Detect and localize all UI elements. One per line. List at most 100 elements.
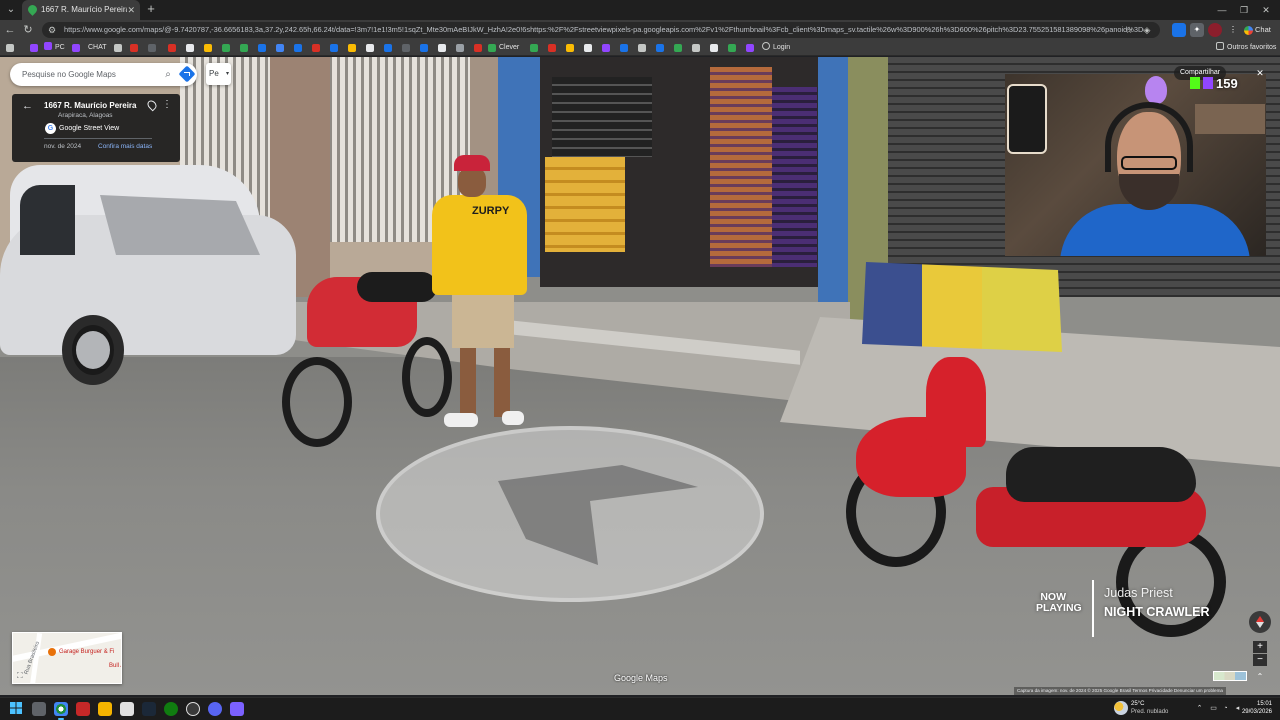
bookmark-blue2-icon[interactable] [294,44,302,52]
steam-icon[interactable] [142,702,156,716]
obs-icon[interactable] [186,702,200,716]
bookmark-blue3-icon[interactable] [330,44,338,52]
more-dates-link[interactable]: Confira mais datas [98,142,152,152]
bookmark-clever[interactable]: Clever [499,42,519,54]
maximize-button[interactable]: ❐ [1234,2,1254,18]
attribution-bar[interactable]: Captura da imagem: nov. de 2024 © 2025 G… [1014,687,1226,695]
bookmark-gray-icon[interactable] [148,44,156,52]
close-window-button[interactable]: ✕ [1256,2,1276,18]
discord-icon[interactable] [208,702,222,716]
bookmark-yellow3-icon[interactable] [566,44,574,52]
close-icon[interactable]: ✕ [1254,67,1266,79]
xbox-icon[interactable] [164,702,178,716]
bookmark-gray2-icon[interactable] [402,44,410,52]
network-icon[interactable]: ▭ [1208,703,1219,714]
car-hubcap [76,331,110,369]
address-bar[interactable]: ⚙ https://www.google.com/maps/@-9.742078… [42,22,1160,38]
extension-icon[interactable]: ◈ [1140,23,1154,37]
app-purple-icon[interactable] [230,702,244,716]
more-options-icon[interactable]: ⋮ [162,99,172,111]
tray-chevron-icon[interactable]: ⌃ [1194,703,1205,714]
store-icon[interactable] [120,702,134,716]
tab-close-icon[interactable]: ✕ [127,4,135,16]
bookmark-globe-icon[interactable] [638,44,646,52]
back-arrow-icon[interactable]: ← [22,99,33,113]
site-info-icon[interactable]: ⚙ [48,23,56,37]
bookmark-gray4-icon[interactable] [692,44,700,52]
back-button[interactable]: ← [3,23,17,37]
apps-icon[interactable] [6,44,14,52]
menu-dots-icon[interactable]: ⋮ [1226,23,1240,37]
bookmark-green2-icon[interactable] [240,44,248,52]
chrome-icon[interactable] [54,702,68,716]
maps-search-box[interactable]: Pesquise no Google Maps ⌕ [10,63,197,86]
bookmark-star-icon[interactable]: ☆ [1122,23,1136,37]
weather-icon[interactable] [1114,701,1128,715]
bookmark-yellow-icon[interactable] [204,44,212,52]
chat-button[interactable]: Chat [1244,23,1271,37]
chevron-up-icon[interactable]: ⌃ [1254,671,1266,683]
bookmark-green5-icon[interactable] [728,44,736,52]
bookmark-pc[interactable]: PC [44,42,65,54]
bookmark-white4-icon[interactable] [584,44,592,52]
bookmark-purple-icon[interactable] [602,44,610,52]
bookmark-green4-icon[interactable] [674,44,682,52]
bookmark-yellow2-icon[interactable] [348,44,356,52]
address-bar-url[interactable]: https://www.google.com/maps/@-9.7420787,… [64,24,1144,36]
bookmark-blue7-icon[interactable] [656,44,664,52]
bookmark-white3-icon[interactable] [438,44,446,52]
bookmark-purple2-icon[interactable] [746,44,754,52]
weather-temp[interactable]: 25°C [1131,700,1144,708]
task-view-icon[interactable] [32,702,46,716]
moto-seat [1006,447,1196,502]
search-icon[interactable]: ⌕ [161,68,175,82]
bookmark-blue4-icon[interactable] [384,44,392,52]
mini-map[interactable]: Rua Brasileiro Garage Burguer & Fi Bull … [12,632,122,684]
reload-button[interactable]: ↻ [21,23,35,37]
compass-button[interactable] [1249,611,1271,633]
bookmark-chat[interactable]: CHAT [77,42,107,54]
clock-date[interactable]: 29/03/2026 [1226,708,1272,716]
windows-start-icon[interactable] [10,702,22,714]
bookmark-blue-icon[interactable] [276,44,284,52]
other-bookmarks[interactable]: Outros favoritos [1216,42,1276,54]
app-red-icon[interactable] [76,702,90,716]
bookmark-gray3-icon[interactable] [456,44,464,52]
bookmark-white2-icon[interactable] [366,44,374,52]
zoom-in-button[interactable]: + [1253,641,1267,653]
bookmark-blue6-icon[interactable] [620,44,628,52]
bookmark-twitch-icon[interactable] [30,44,38,52]
language-dropdown[interactable]: Pe ▾ [206,63,231,85]
bookmark-red-icon[interactable] [130,44,138,52]
bookmark-blue5-icon[interactable] [420,44,428,52]
bookmark-white5-icon[interactable] [710,44,718,52]
expand-map-icon[interactable]: ⛶ [17,671,23,681]
weather-desc[interactable]: Pred. nublado [1131,708,1168,716]
bookmark-login[interactable]: Login [762,42,790,54]
google-maps-logo: Google Maps [614,673,668,683]
new-tab-button[interactable]: + [144,2,158,16]
clock-time[interactable]: 15:01 [1226,700,1272,708]
layers-button[interactable] [1213,671,1247,681]
zoom-out-button[interactable]: − [1253,654,1267,666]
bookmark-white-icon[interactable] [186,44,194,52]
bookmark-clever-icon[interactable] [488,44,496,52]
bookmark-red2-icon[interactable] [312,44,320,52]
bookmark-red4-icon[interactable] [548,44,556,52]
directions-icon[interactable] [178,65,196,83]
minimize-button[interactable]: — [1212,2,1232,18]
file-explorer-icon[interactable] [98,702,112,716]
extension-blue-icon[interactable] [1172,23,1186,37]
bookmark-download-icon[interactable] [114,44,122,52]
bookmark-steam-icon[interactable] [258,44,266,52]
map-pin-icon[interactable] [145,98,159,112]
search-input[interactable]: Pesquise no Google Maps [22,68,116,81]
extensions-puzzle-icon[interactable]: ✦ [1190,23,1204,37]
bookmark-green3-icon[interactable] [530,44,538,52]
bookmark-youtube-icon[interactable] [168,44,176,52]
profile-avatar[interactable] [1208,23,1222,37]
bookmark-green-icon[interactable] [222,44,230,52]
browser-tab-active[interactable]: 1667 R. Maurício Pereira - Googl ✕ [22,0,140,20]
bookmark-red3-icon[interactable] [474,44,482,52]
tab-search-icon[interactable]: ⌄ [4,3,18,17]
